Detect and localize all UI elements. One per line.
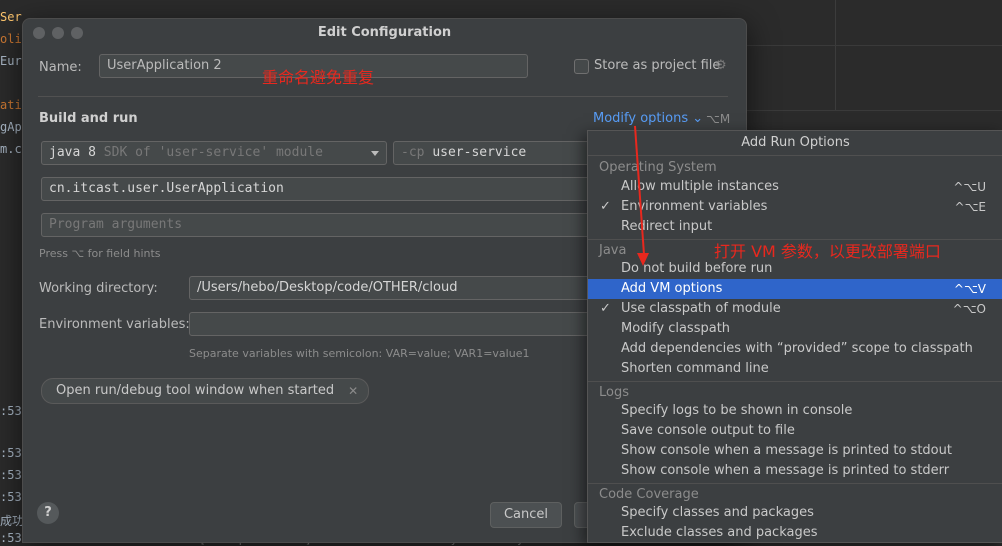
program-arguments-input[interactable]: Program arguments <box>41 213 593 237</box>
popup-menu-item-shortcut: ^⌥U <box>953 180 986 194</box>
cp-prefix: -cp <box>401 145 425 160</box>
popup-menu-item[interactable]: ✓ Use classpath of module ^⌥O <box>588 299 1002 319</box>
working-directory-input[interactable]: /Users/hebo/Desktop/code/OTHER/cloud <box>189 276 593 300</box>
store-as-project-file-label: Store as project file <box>594 58 721 73</box>
add-run-options-popup: Add Run Options Operating System Allow mu… <box>587 130 1002 543</box>
popup-menu-item[interactable]: Do not build before run <box>588 259 1002 279</box>
ide-editor-divider <box>745 110 1002 111</box>
close-icon[interactable]: ✕ <box>348 379 358 403</box>
popup-menu-item[interactable]: Specify logs to be shown in console <box>588 401 1002 421</box>
store-as-project-file-checkbox[interactable] <box>574 59 589 74</box>
ide-editor-guide <box>835 0 836 110</box>
popup-group-heading: Code Coverage <box>599 487 699 502</box>
popup-menu-item[interactable]: Add VM options ^⌥V <box>588 279 1002 299</box>
popup-menu-item[interactable]: Save console output to file <box>588 421 1002 441</box>
popup-group-heading: Java <box>599 243 627 258</box>
popup-menu-item[interactable]: Add dependencies with “provided” scope t… <box>588 339 1002 359</box>
environment-variables-label: Environment variables: <box>39 317 190 332</box>
ide-code-line: gAp <box>0 120 22 134</box>
popup-menu-item-label: Add dependencies with “provided” scope t… <box>621 341 973 356</box>
ide-code-line: 成功 <box>0 514 22 528</box>
annotation-arrow-head <box>637 253 649 266</box>
popup-menu-item-label: Use classpath of module <box>621 301 781 316</box>
checkmark-icon: ✓ <box>600 301 611 316</box>
build-and-run-heading: Build and run <box>39 111 138 126</box>
popup-menu-item[interactable]: Show console when a message is printed t… <box>588 441 1002 461</box>
popup-menu-item-label: Redirect input <box>621 219 713 234</box>
help-button[interactable]: ? <box>37 502 59 524</box>
chevron-down-icon <box>371 151 379 156</box>
cancel-button[interactable]: Cancel <box>490 502 562 528</box>
open-tool-window-label: Open run/debug tool window when started <box>56 383 335 398</box>
popup-menu-item-label: Show console when a message is printed t… <box>621 443 952 458</box>
working-directory-label: Working directory: <box>39 281 158 296</box>
popup-group-divider <box>588 483 1002 484</box>
open-tool-window-option[interactable]: Open run/debug tool window when started … <box>41 378 370 404</box>
checkmark-icon: ✓ <box>600 199 611 214</box>
chevron-down-icon: ⌄ <box>692 111 704 126</box>
popup-menu-item[interactable]: Specify classes and packages <box>588 503 1002 523</box>
popup-group-heading: Logs <box>599 385 629 400</box>
ide-code-line: Server <box>0 10 22 24</box>
popup-title: Add Run Options <box>588 131 1002 156</box>
modify-options-label: Modify options <box>593 111 689 126</box>
main-class-input[interactable]: cn.itcast.user.UserApplication <box>41 177 593 201</box>
ide-code-line: m.c <box>0 142 22 156</box>
popup-menu-item-label: Add VM options <box>621 281 723 296</box>
popup-menu-item-label: Shorten command line <box>621 361 769 376</box>
ide-editor-divider <box>745 45 1002 46</box>
popup-menu-item[interactable]: Exclude classes and packages <box>588 523 1002 542</box>
popup-menu-item-shortcut: ^⌥O <box>952 302 986 316</box>
popup-group-heading: Operating System <box>599 160 717 175</box>
popup-menu-item-label: Allow multiple instances <box>621 179 779 194</box>
environment-variables-input[interactable] <box>189 312 593 336</box>
popup-menu-item[interactable]: Redirect input <box>588 217 1002 237</box>
ide-code-line: Eur <box>0 54 22 68</box>
jdk-select[interactable]: java 8 SDK of 'user-service' module <box>41 141 387 165</box>
rename-annotation: 重命名避免重复 <box>262 68 375 87</box>
popup-menu-item-label: Specify logs to be shown in console <box>621 403 853 418</box>
name-input-value: UserApplication 2 <box>107 58 222 73</box>
popup-menu-item-label: Show console when a message is printed t… <box>621 463 950 478</box>
ide-code-line: :53 <box>0 490 22 504</box>
dialog-title: Edit Configuration <box>317 25 452 40</box>
ide-code-line: :53 <box>0 446 22 460</box>
ide-code-line: ati <box>0 98 22 112</box>
modify-options-shortcut: ⌥M <box>706 112 731 126</box>
popup-menu-item[interactable]: ✓ Environment variables ^⌥E <box>588 197 1002 217</box>
program-arguments-placeholder: Program arguments <box>49 217 183 232</box>
section-divider <box>38 96 728 97</box>
dialog-titlebar: Edit Configuration <box>23 19 746 47</box>
working-directory-value: /Users/hebo/Desktop/code/OTHER/cloud <box>197 280 458 295</box>
popup-menu-item-shortcut: ^⌥E <box>954 200 986 214</box>
popup-menu-item[interactable]: Modify classpath <box>588 319 1002 339</box>
classpath-module-select[interactable]: -cp user-service <box>393 141 593 165</box>
field-hint: Press ⌥ for field hints <box>39 247 161 260</box>
popup-menu-item-shortcut: ^⌥V <box>953 282 986 296</box>
popup-menu-item-label: Specify classes and packages <box>621 505 814 520</box>
popup-group-divider <box>588 381 1002 382</box>
popup-menu-item-label: Save console output to file <box>621 423 795 438</box>
popup-menu-item-label: Modify classpath <box>621 321 731 336</box>
name-label: Name: <box>39 60 82 75</box>
ide-code-line: olic <box>0 32 22 46</box>
vm-options-annotation: 打开 VM 参数，以更改部署端口 <box>714 242 941 261</box>
jdk-suffix: SDK of 'user-service' module <box>103 145 323 160</box>
jdk-value: java 8 <box>49 145 96 160</box>
popup-menu-item-label: Exclude classes and packages <box>621 525 818 540</box>
popup-menu-item-label: Environment variables <box>621 199 768 214</box>
gear-icon[interactable]: ⚙ <box>715 58 727 73</box>
modify-options-link[interactable]: Modify options ⌄ <box>593 111 703 126</box>
ide-code-line: :53 <box>0 531 22 545</box>
popup-menu-item[interactable]: Shorten command line <box>588 359 1002 379</box>
cp-value: user-service <box>432 145 527 160</box>
ide-code-line: :53 <box>0 404 22 418</box>
main-class-value: cn.itcast.user.UserApplication <box>49 181 284 196</box>
ide-code-line: :53 <box>0 468 22 482</box>
popup-menu-item[interactable]: Allow multiple instances ^⌥U <box>588 177 1002 197</box>
environment-variables-hint: Separate variables with semicolon: VAR=v… <box>189 347 530 360</box>
popup-menu-item[interactable]: Show console when a message is printed t… <box>588 461 1002 481</box>
